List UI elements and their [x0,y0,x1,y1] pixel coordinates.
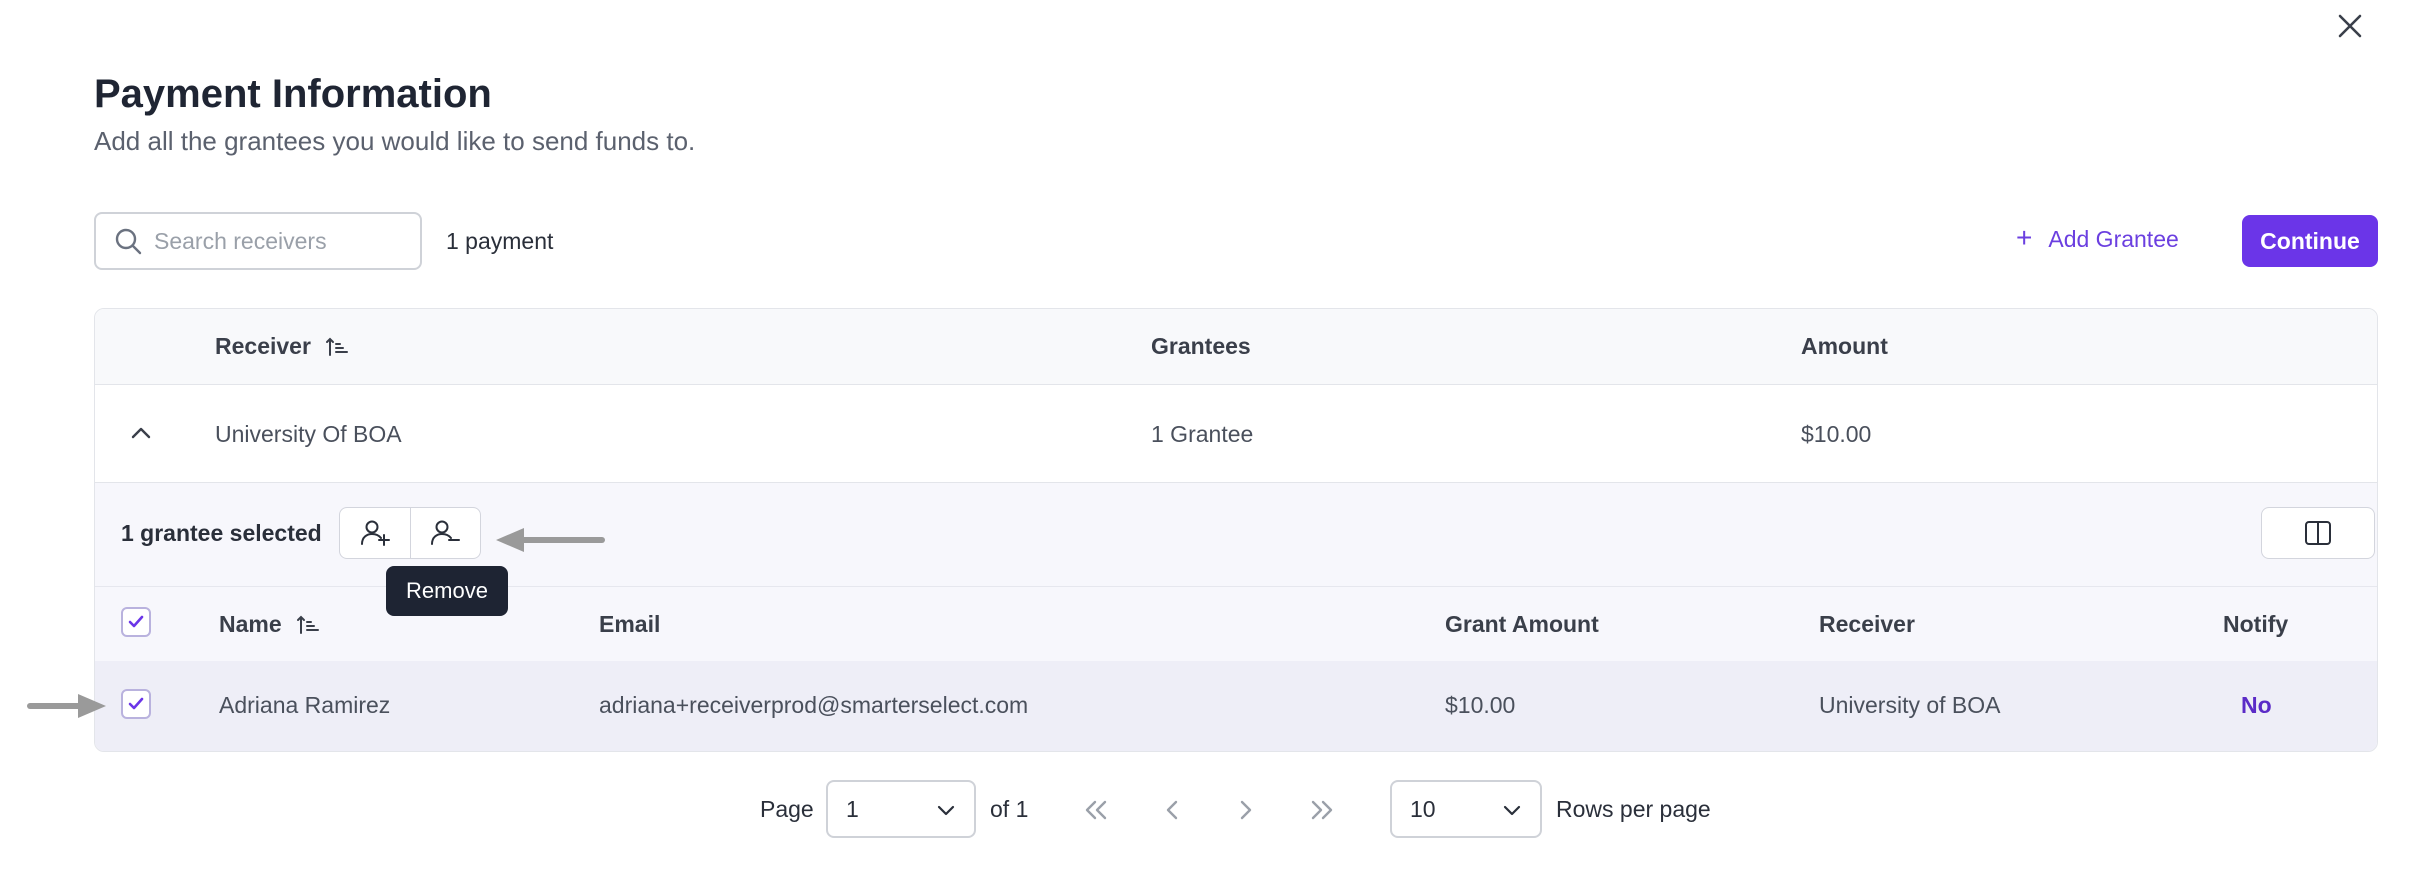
selected-count: 1 grantee selected [121,520,322,546]
close-dialog-button[interactable] [2330,6,2370,46]
sort-ascending-icon [296,615,319,634]
add-grantee-icon-button[interactable] [340,508,410,558]
close-icon [2338,14,2362,38]
rows-per-page-label: Rows per page [1556,796,1711,822]
column-layout-button[interactable] [2261,507,2375,559]
search-box[interactable] [94,212,422,270]
grantee-actions [339,507,481,559]
previous-page-button[interactable] [1154,792,1190,828]
collapse-row-button[interactable] [127,419,155,452]
grantee-email: adriana+receiverprod@smarterselect.com [599,692,1029,718]
chevron-left-icon [1166,800,1178,820]
column-header-grant-amount: Grant Amount [1445,611,1599,637]
row-select-checkbox[interactable] [121,689,151,719]
chevrons-left-icon [1085,800,1107,820]
chevron-down-icon [1503,805,1521,816]
rows-per-page-select[interactable]: 10 [1390,780,1542,838]
last-page-button[interactable] [1304,792,1340,828]
page-total: of 1 [990,796,1029,822]
chevron-up-icon [131,427,151,439]
column-header-receiver[interactable]: Receiver [215,333,349,360]
annotation-arrow-left-icon [496,528,605,552]
checkmark-icon [128,615,144,628]
grantee-count: 1 Grantee [1151,421,1254,447]
remove-grantee-icon-button[interactable] [409,508,481,558]
pagination: Page 1 of 1 10 Rows per page [0,780,2426,840]
page-select[interactable]: 1 [826,780,976,838]
add-grantee-label: Add Grantee [2048,226,2179,252]
grantee-name: Adriana Ramirez [219,692,391,718]
page-label: Page [760,796,814,822]
column-header-receiver-label: Receiver [215,333,311,359]
plus-icon: + [2016,222,2033,253]
first-page-button[interactable] [1078,792,1114,828]
checkmark-icon [128,697,144,710]
user-minus-icon [431,520,461,545]
grantee-notify[interactable]: No [2241,692,2272,719]
remove-tooltip: Remove [386,566,508,616]
chevron-right-icon [1240,800,1252,820]
search-input[interactable] [154,227,404,255]
add-grantee-button[interactable]: + Add Grantee [2016,222,2179,253]
page-select-value: 1 [846,795,859,822]
receiver-name: University Of BOA [215,421,402,447]
column-header-amount: Amount [1801,333,1888,359]
column-header-notify: Notify [2223,611,2289,637]
rows-per-page-value: 10 [1410,795,1436,822]
column-header-name[interactable]: Name [219,611,320,638]
grantee-receiver: University of BOA [1819,692,2001,718]
annotation-arrow-right-icon [27,694,106,718]
sort-ascending-icon [325,337,348,356]
receiver-row[interactable]: University Of BOA 1 Grantee $10.00 [95,385,2377,483]
column-header-grantees: Grantees [1151,333,1251,359]
dialog-subtitle: Add all the grantees you would like to s… [94,126,696,156]
chevron-down-icon [937,805,955,816]
chevrons-right-icon [1311,800,1333,820]
select-all-checkbox[interactable] [121,607,151,637]
next-page-button[interactable] [1228,792,1264,828]
payment-count: 1 payment [446,228,554,254]
user-plus-icon [360,520,390,546]
receiver-amount: $10.00 [1801,421,1872,447]
grantee-grant-amount: $10.00 [1445,692,1516,718]
column-header-receiver: Receiver [1819,611,1915,637]
receivers-table-header: Receiver Grantees Amount [95,309,2377,385]
columns-icon [2305,521,2331,545]
search-icon [115,228,142,255]
continue-button[interactable]: Continue [2242,215,2378,267]
column-header-email: Email [599,611,661,637]
grantee-row[interactable]: Adriana Ramirez adriana+receiverprod@sma… [95,661,2377,751]
dialog-title: Payment Information [94,72,492,116]
column-header-name-label: Name [219,611,282,637]
receivers-table: Receiver Grantees Amount University Of B… [94,308,2378,752]
